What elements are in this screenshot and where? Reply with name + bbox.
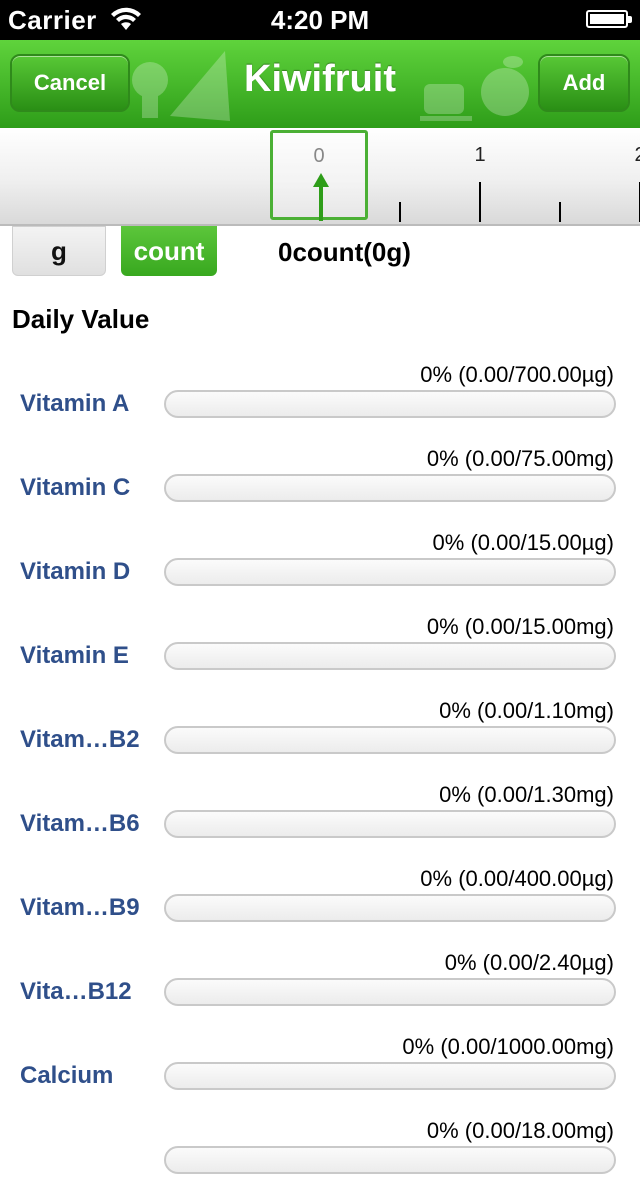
nutrient-row: 0% (0.00/18.00mg) [0,1118,640,1202]
nutrient-value: 0% (0.00/18.00mg) [426,1118,614,1143]
unit-g-button[interactable]: g [12,226,106,276]
nutrient-progress-bar [164,1062,616,1090]
amount-summary: 0count(0g) [278,237,411,267]
nutrient-row: 0% (0.00/75.00mg) Vitamin C [0,446,640,530]
nutrient-progress-bar [164,726,616,754]
nutrient-progress-bar [164,894,616,922]
nutrient-row: 0% (0.00/1.10mg) Vitam…B2 [0,698,640,782]
nutrient-name: Vitamin E [20,642,129,669]
nutrient-row: 0% (0.00/700.00µg) Vitamin A [0,362,640,446]
add-button[interactable]: Add [538,54,630,112]
nutrient-progress-bar [164,810,616,838]
status-bar: Carrier 4:20 PM [0,0,640,40]
nutrient-progress-bar [164,1146,616,1174]
nutrient-value: 0% (0.00/1.10mg) [439,698,614,723]
nutrient-value: 0% (0.00/1000.00mg) [402,1034,614,1059]
nutrient-name: Vitamin D [20,558,131,585]
ruler-major-tick [479,182,481,222]
nutrient-value: 0% (0.00/2.40µg) [444,950,614,975]
nutrient-name: Vitamin A [20,390,130,417]
nutrient-value: 0% (0.00/75.00mg) [426,446,614,471]
ruler-label-1: 1 [474,144,486,166]
nutrient-progress-bar [164,978,616,1006]
nutrient-row: 0% (0.00/15.00µg) Vitamin D [0,530,640,614]
daily-value-title: Daily Value [12,304,150,334]
nutrient-progress-bar [164,474,616,502]
nutrient-name: Vitam…B2 [20,726,140,753]
nutrient-progress-bar [164,558,616,586]
nutrient-progress-bar [164,390,616,418]
unit-count-button[interactable]: count [121,226,217,276]
ruler-selected-value: 0 [313,145,325,167]
nutrient-row: 0% (0.00/15.00mg) Vitamin E [0,614,640,698]
ruler-minor-tick [399,202,401,222]
nutrient-row: 0% (0.00/1.30mg) Vitam…B6 [0,782,640,866]
ruler-label-2: 2 [634,144,640,167]
ruler-selector: 0 [270,130,368,221]
nutrient-name: Vita…B12 [20,978,132,1005]
nutrient-row: 0% (0.00/400.00µg) Vitam…B9 [0,866,640,950]
nutrient-progress-bar [164,642,616,670]
nutrient-row: 0% (0.00/2.40µg) Vita…B12 [0,950,640,1034]
nutrient-value: 0% (0.00/700.00µg) [420,362,614,387]
ruler-minor-tick [559,202,561,222]
nutrient-name: Vitamin C [20,474,131,501]
battery-icon [586,10,632,28]
nutrient-name: Calcium [20,1062,114,1089]
navigation-bar: Cancel Kiwifruit Add [0,40,640,128]
nutrient-name: Vitam…B6 [20,810,140,837]
status-time: 4:20 PM [270,5,370,35]
quantity-ruler[interactable]: 1 2 0 [0,128,640,226]
nutrient-name: Vitam…B9 [20,894,140,921]
arrow-stem [319,185,323,221]
unit-selector: g count 0count(0g) [0,224,640,280]
nutrient-value: 0% (0.00/400.00µg) [420,866,614,891]
nutrient-value: 0% (0.00/15.00mg) [426,614,614,639]
nutrient-value: 0% (0.00/15.00µg) [432,530,614,555]
nutrient-value: 0% (0.00/1.30mg) [439,782,614,807]
nutrient-row: 0% (0.00/1000.00mg) Calcium [0,1034,640,1118]
